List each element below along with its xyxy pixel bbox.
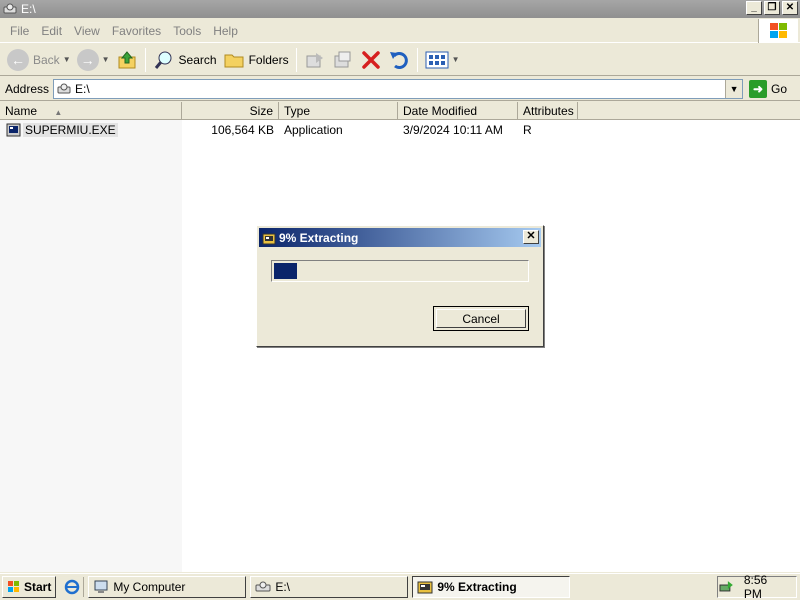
chevron-down-icon: ▼ [62,55,71,64]
address-dropdown-button[interactable]: ▼ [725,79,743,98]
start-button[interactable]: Start [2,576,57,598]
taskbar-item-my-computer[interactable]: My Computer [88,576,247,598]
dialog-title: 9% Extracting [279,230,359,245]
start-label: Start [24,580,52,594]
column-header-type[interactable]: Type [279,102,398,120]
delete-x-icon [361,50,380,69]
file-size: 106,564 KB [211,122,274,137]
progress-fill [274,263,297,279]
taskbar-item-drive-e[interactable]: E:\ [250,576,409,598]
file-type: Application [284,122,343,137]
sorted-column-highlight [0,102,182,572]
close-button[interactable]: ✕ [782,1,798,15]
toolbar-separator [295,47,297,72]
search-label: Search [178,52,217,67]
column-header-attributes[interactable]: Attributes [518,102,578,120]
chevron-down-icon: ▼ [101,55,110,64]
menu-file[interactable]: File [4,24,35,38]
menu-tools[interactable]: Tools [167,24,207,38]
taskbar-item-label: My Computer [113,580,186,594]
up-folder-icon [118,50,136,68]
search-button[interactable]: Search [150,46,220,74]
file-row[interactable]: SUPERMIU.EXE 106,564 KB Application 3/9/… [0,121,800,138]
undo-button[interactable] [385,46,413,74]
taskbar-item-label: E:\ [275,580,291,594]
address-label: Address [5,81,50,96]
window-title: E:\ [21,2,36,16]
menu-bar: File Edit View Favorites Tools Help [0,19,800,43]
package-icon [417,581,433,594]
toolbar-separator [144,47,146,72]
forward-arrow-icon: → [76,48,99,71]
file-attributes: R [523,122,532,137]
taskbar-item-extracting[interactable]: 9% Extracting [412,576,571,598]
cancel-label: Cancel [462,311,500,326]
quick-launch-ie[interactable] [64,577,85,597]
drive-icon [3,3,17,14]
my-computer-icon [94,580,108,593]
back-arrow-icon: ← [7,48,29,71]
file-date-modified: 3/9/2024 10:11 AM [403,122,503,137]
taskbar-item-label: 9% Extracting [437,580,517,594]
menu-favorites[interactable]: Favorites [106,24,167,38]
go-button[interactable]: ➜ Go [749,79,788,98]
back-button[interactable]: ← Back ▼ [4,46,74,74]
windows-flag-icon [8,581,19,592]
extracting-dialog: 9% Extracting ✕ Cancel [256,225,544,347]
dialog-close-button[interactable]: ✕ [523,230,539,244]
safely-remove-hardware-icon[interactable] [718,579,734,595]
column-header-date-modified[interactable]: Date Modified [398,102,518,120]
file-name-cell: SUPERMIU.EXE [0,122,182,138]
cancel-button[interactable]: Cancel [433,306,529,331]
folders-button[interactable]: Folders [220,46,292,74]
undo-icon [389,51,408,69]
system-tray: 8:56 PM [717,573,797,600]
address-value: E:\ [75,81,90,96]
internet-explorer-icon [65,579,80,595]
go-label: Go [771,81,788,96]
address-input[interactable]: E:\ ▼ [53,78,744,99]
sort-ascending-icon: ▲ [54,108,63,117]
taskbar: Start My Computer E:\ 9% Extracting 8:56… [0,573,800,600]
folder-icon [224,54,244,67]
chevron-down-icon: ▼ [451,55,460,64]
go-arrow-icon: ➜ [749,79,768,98]
column-headers: Name ▲ Size Type Date Modified Attribute… [0,102,800,120]
menu-edit[interactable]: Edit [35,24,68,38]
application-exe-icon [6,123,21,136]
clock: 8:56 PM [743,573,768,600]
drive-icon [57,83,71,93]
delete-button[interactable] [357,46,385,74]
forward-button[interactable]: → ▼ [74,46,113,74]
windows-logo-icon [758,19,798,43]
file-name: SUPERMIU.EXE [23,122,118,137]
views-icon [425,51,449,68]
folders-label: Folders [248,52,289,67]
menu-help[interactable]: Help [207,24,244,38]
toolbar-separator [416,47,418,72]
copy-to-icon [334,51,351,67]
package-icon [262,233,276,244]
minimize-button[interactable]: _ [746,1,762,15]
up-folder-button[interactable] [113,46,141,74]
toolbar: ← Back ▼ → ▼ Search Folders ▼ [0,44,800,76]
window-titlebar: E:\ _ ❐ ✕ [0,0,800,18]
copy-to-button[interactable] [329,46,357,74]
back-label: Back [33,52,60,67]
address-bar: Address E:\ ▼ ➜ Go [0,77,800,101]
dialog-titlebar: 9% Extracting ✕ [259,228,541,247]
column-header-name-label: Name [5,104,38,118]
menu-view[interactable]: View [68,24,106,38]
column-header-size[interactable]: Size [182,102,279,120]
restore-button[interactable]: ❐ [764,1,780,15]
extract-progress-bar [271,260,529,282]
views-button[interactable]: ▼ [422,46,463,74]
move-to-button[interactable] [301,46,329,74]
search-icon [154,51,172,69]
drive-icon [255,581,271,592]
column-header-name[interactable]: Name ▲ [0,102,182,120]
move-to-icon [306,52,323,67]
